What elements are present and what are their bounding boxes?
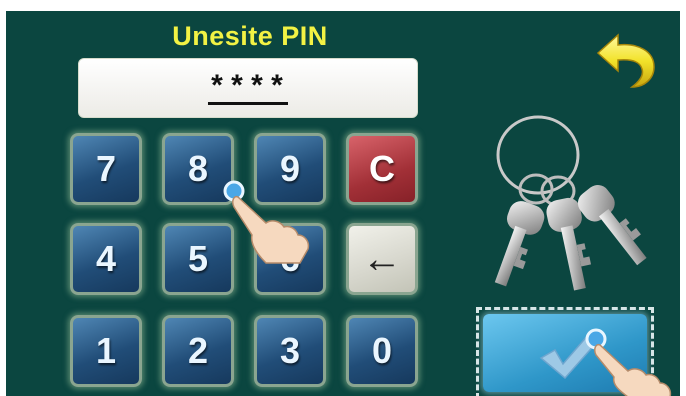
keys-icon [494, 115, 647, 291]
pin-entry-screen: Unesite PIN **** 7 8 9 C 4 5 6 ← 1 2 3 [6, 11, 680, 396]
key-1[interactable]: 1 [70, 315, 142, 387]
pointing-hand-icon [223, 180, 310, 264]
pointing-hand-icon [585, 328, 672, 396]
key-0[interactable]: 0 [346, 315, 418, 387]
back-arrow-icon [596, 33, 655, 88]
page-title: Unesite PIN [172, 21, 328, 51]
key-backspace[interactable]: ← [346, 223, 418, 295]
back-button[interactable] [592, 29, 658, 91]
key-4[interactable]: 4 [70, 223, 142, 295]
key-3[interactable]: 3 [254, 315, 326, 387]
key-clear[interactable]: C [346, 133, 418, 205]
key-2[interactable]: 2 [162, 315, 234, 387]
pin-value: **** [207, 72, 288, 106]
pin-display: **** [78, 58, 418, 118]
key-7[interactable]: 7 [70, 133, 142, 205]
